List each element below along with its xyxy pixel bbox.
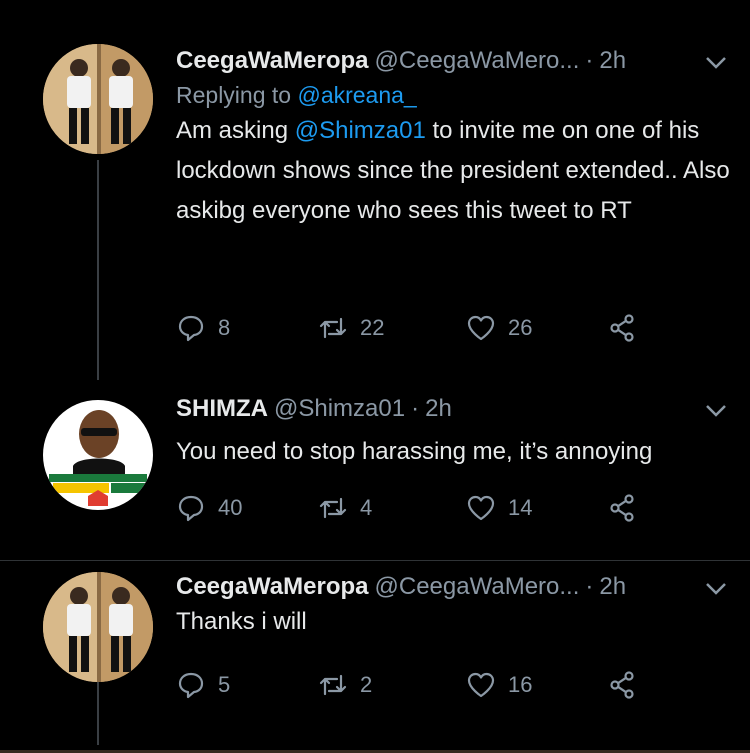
retweet-button[interactable]: 22 <box>318 313 466 343</box>
separator-dot: · <box>585 573 594 600</box>
reply-to-mention[interactable]: @akreana_ <box>297 82 416 108</box>
timestamp[interactable]: 2h <box>599 572 626 602</box>
tweet-text: You need to stop harassing me, it’s anno… <box>176 438 653 465</box>
share-button[interactable] <box>608 313 638 343</box>
chevron-down-icon[interactable] <box>702 52 730 72</box>
heart-icon <box>467 495 495 521</box>
tweet-2[interactable]: SHIMZA @Shimza01 · 2h You need to stop h… <box>0 380 750 560</box>
share-icon <box>610 494 634 522</box>
heart-icon <box>467 315 495 341</box>
share-button[interactable] <box>608 493 638 523</box>
user-handle[interactable]: @CeegaWaMero... <box>375 572 580 602</box>
tweet-text-part: Am asking <box>176 117 289 144</box>
reply-button[interactable]: 40 <box>176 493 318 523</box>
reply-button[interactable]: 5 <box>176 670 318 700</box>
like-count: 14 <box>508 495 533 520</box>
retweet-count: 2 <box>360 672 373 697</box>
retweet-count: 4 <box>360 495 373 520</box>
mention-link[interactable]: @Shimza01 <box>295 117 426 144</box>
tweet-header: CeegaWaMeropa @CeegaWaMero... · 2h <box>176 572 730 602</box>
display-name[interactable]: CeegaWaMeropa <box>176 572 369 602</box>
avatar[interactable] <box>43 400 153 510</box>
tweet-1[interactable]: CeegaWaMeropa @CeegaWaMero... · 2h Reply… <box>0 0 750 380</box>
user-handle[interactable]: @Shimza01 <box>274 394 405 424</box>
like-button[interactable]: 26 <box>466 313 608 343</box>
chevron-down-icon[interactable] <box>702 578 730 598</box>
share-icon <box>610 314 634 342</box>
reply-count: 40 <box>218 495 243 520</box>
retweet-count: 22 <box>360 315 385 340</box>
reply-icon <box>178 495 204 522</box>
heart-icon <box>467 672 495 698</box>
user-handle[interactable]: @CeegaWaMero... <box>375 46 580 76</box>
retweet-icon <box>319 674 347 696</box>
reply-button[interactable]: 8 <box>176 313 318 343</box>
tweet-text: Am asking @Shimza01 to invite me on one … <box>176 111 730 231</box>
tweet-header: CeegaWaMeropa @CeegaWaMero... · 2h <box>176 46 730 76</box>
like-button[interactable]: 16 <box>466 670 608 700</box>
tweet-header: SHIMZA @Shimza01 · 2h <box>176 394 730 424</box>
reply-count: 8 <box>218 315 231 340</box>
avatar[interactable] <box>43 572 153 682</box>
retweet-icon <box>319 497 347 519</box>
share-button[interactable] <box>608 670 638 700</box>
reply-icon <box>178 672 204 699</box>
separator-dot: · <box>411 395 420 422</box>
separator-dot: · <box>585 47 594 74</box>
timestamp[interactable]: 2h <box>599 46 626 76</box>
retweet-button[interactable]: 4 <box>318 493 466 523</box>
replying-to-label: Replying to <box>176 82 292 108</box>
share-icon <box>610 671 634 699</box>
like-count: 26 <box>508 315 533 340</box>
chevron-down-icon[interactable] <box>702 400 730 420</box>
display-name[interactable]: SHIMZA <box>176 394 268 424</box>
tweet-text: Thanks i will <box>176 608 307 635</box>
avatar[interactable] <box>43 44 153 154</box>
replying-to: Replying to @akreana_ <box>176 82 730 109</box>
timestamp[interactable]: 2h <box>425 394 452 424</box>
retweet-icon <box>319 317 347 339</box>
like-count: 16 <box>508 672 533 697</box>
retweet-button[interactable]: 2 <box>318 670 466 700</box>
reply-count: 5 <box>218 672 231 697</box>
display-name[interactable]: CeegaWaMeropa <box>176 46 369 76</box>
like-button[interactable]: 14 <box>466 493 608 523</box>
reply-icon <box>178 315 204 342</box>
tweet-3[interactable]: CeegaWaMeropa @CeegaWaMero... · 2h Thank… <box>0 560 750 745</box>
